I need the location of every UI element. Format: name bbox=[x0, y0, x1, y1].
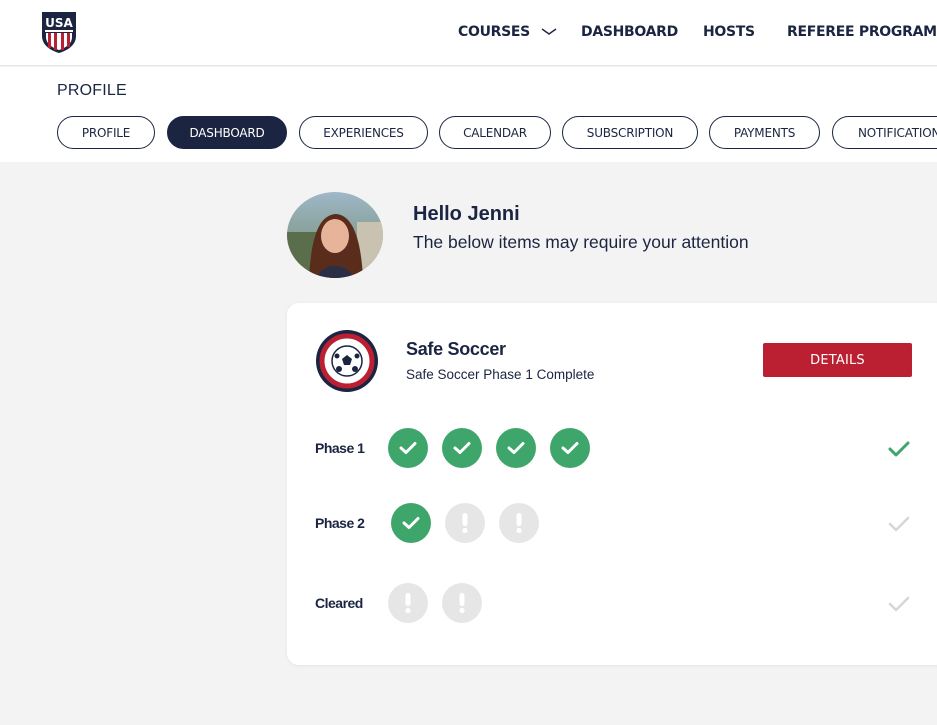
greeting-message: The below items may require your attenti… bbox=[413, 232, 749, 252]
nav-courses-label: COURSES bbox=[458, 24, 530, 40]
step-complete-check-icon bbox=[442, 428, 482, 468]
details-button[interactable]: DETAILS bbox=[763, 343, 912, 377]
page-title: PROFILE bbox=[57, 82, 127, 99]
step-complete-check-icon bbox=[388, 428, 428, 468]
tab-calendar[interactable]: CALENDAR bbox=[439, 116, 551, 149]
step-pending-exclamation-icon bbox=[445, 503, 485, 543]
greeting-name: Hello Jenni bbox=[413, 203, 520, 225]
profile-header: PROFILE PROFILE DASHBOARD EXPERIENCES CA… bbox=[0, 67, 937, 162]
nav-courses[interactable]: COURSES bbox=[458, 24, 557, 40]
tab-subscription[interactable]: SUBSCRIPTION bbox=[562, 116, 698, 149]
nav-hosts[interactable]: HOSTS bbox=[703, 24, 755, 40]
safe-soccer-card: Safe Soccer Safe Soccer Phase 1 Complete… bbox=[287, 303, 937, 665]
nav-referee-program[interactable]: REFEREE PROGRAM bbox=[787, 24, 937, 40]
phase-label: Cleared bbox=[315, 595, 363, 611]
cleared-row: Cleared bbox=[287, 583, 937, 623]
phase-steps bbox=[388, 428, 590, 468]
tab-profile[interactable]: PROFILE bbox=[57, 116, 155, 149]
tab-experiences[interactable]: EXPERIENCES bbox=[299, 116, 428, 149]
card-title: Safe Soccer bbox=[406, 339, 506, 359]
step-complete-check-icon bbox=[391, 503, 431, 543]
safe-soccer-badge-icon bbox=[315, 329, 379, 393]
phase-steps bbox=[388, 583, 482, 623]
phase-label: Phase 2 bbox=[315, 515, 365, 531]
phase-steps bbox=[391, 503, 539, 543]
phase-incomplete-check-icon bbox=[887, 595, 911, 613]
tab-payments[interactable]: PAYMENTS bbox=[709, 116, 820, 149]
step-complete-check-icon bbox=[496, 428, 536, 468]
us-soccer-logo[interactable]: USA bbox=[40, 10, 78, 54]
step-pending-exclamation-icon bbox=[388, 583, 428, 623]
phase-incomplete-check-icon bbox=[887, 515, 911, 533]
phase-2-row: Phase 2 bbox=[287, 503, 937, 543]
user-avatar bbox=[287, 192, 383, 278]
phase-1-row: Phase 1 bbox=[287, 428, 937, 468]
chevron-down-icon bbox=[541, 24, 557, 40]
phase-complete-check-icon bbox=[887, 440, 911, 458]
logo-text: USA bbox=[45, 16, 73, 30]
step-pending-exclamation-icon bbox=[442, 583, 482, 623]
phase-label: Phase 1 bbox=[315, 440, 365, 456]
step-complete-check-icon bbox=[550, 428, 590, 468]
nav-dashboard[interactable]: DASHBOARD bbox=[581, 24, 678, 40]
card-subtitle: Safe Soccer Phase 1 Complete bbox=[406, 367, 595, 382]
tab-notifications[interactable]: NOTIFICATIONS bbox=[832, 116, 937, 149]
tab-dashboard[interactable]: DASHBOARD bbox=[167, 116, 287, 149]
top-navigation: USA COURSES DASHBOARD HOSTS REFEREE PROG… bbox=[0, 0, 937, 66]
step-pending-exclamation-icon bbox=[499, 503, 539, 543]
